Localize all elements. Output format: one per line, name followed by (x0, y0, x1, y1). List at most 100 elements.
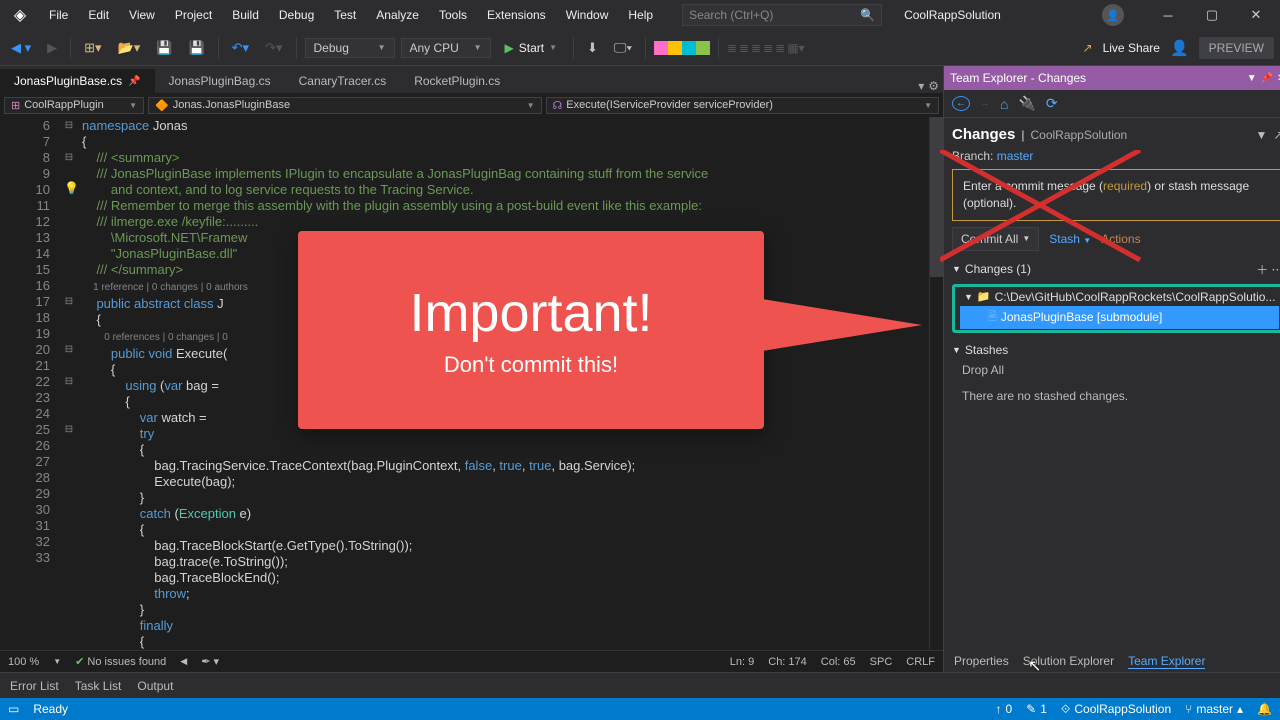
open-button[interactable]: 📂▾ (113, 37, 146, 59)
zoom-level[interactable]: 100 % (8, 656, 39, 668)
te-refresh-icon[interactable]: ⟳ (1046, 95, 1058, 112)
browser-button[interactable]: 🖵▾ (609, 37, 637, 59)
feedback-icon[interactable]: 👤 (1170, 39, 1189, 57)
panel-dropdown-icon[interactable]: ▼ (1247, 73, 1257, 84)
publish-indicator[interactable]: ↑ 0 (995, 702, 1012, 716)
close-button[interactable]: ✕ (1236, 1, 1276, 29)
changes-popout-icon[interactable]: ↗ (1273, 128, 1280, 142)
tab-file-4[interactable]: RocketPlugin.cs (400, 69, 514, 93)
menu-debug[interactable]: Debug (270, 4, 323, 26)
quick-search[interactable]: Search (Ctrl+Q) 🔍 (682, 4, 882, 26)
save-button[interactable]: 💾 (151, 37, 177, 59)
stash-button[interactable]: Stash ▼ (1049, 232, 1091, 246)
changes-section-header[interactable]: ▼ Changes (1) ＋ ⋯ (952, 257, 1280, 278)
window-mgr-icon[interactable]: ▭ (8, 702, 19, 716)
te-connect-icon[interactable]: 🔌 (1018, 95, 1035, 112)
pending-indicator[interactable]: ✎ 1 (1026, 702, 1047, 716)
tab-dropdown-icon[interactable]: ▾ (918, 79, 924, 93)
menu-test[interactable]: Test (325, 4, 365, 26)
live-share-button[interactable]: Live Share (1103, 41, 1160, 55)
editor-status-strip: 100 %▼ ✔ No issues found ◀ ✒ ▾ Ln: 9 Ch:… (0, 650, 943, 672)
nav-fwd-button[interactable]: ▶ (42, 37, 62, 59)
nav-class-combo[interactable]: 🔶Jonas.JonasPluginBase▼ (148, 97, 542, 114)
notification-bell-icon[interactable]: 🔔 (1257, 702, 1272, 716)
outdent-icon: ≣ (727, 41, 737, 55)
overview-ruler[interactable] (929, 117, 943, 650)
panel-tab-team-explorer[interactable]: Team Explorer (1128, 654, 1205, 669)
menu-tools[interactable]: Tools (430, 4, 476, 26)
te-fwd-icon[interactable]: → (980, 98, 990, 109)
ext-icon-3[interactable] (682, 41, 696, 55)
tab-solution-icon[interactable]: ⚙ (928, 79, 939, 93)
search-placeholder: Search (Ctrl+Q) (689, 8, 773, 22)
char-nav-icon[interactable]: ✒ ▾ (201, 655, 219, 668)
stage-all-icon[interactable]: ＋ ⋯ (1256, 261, 1280, 278)
line-ending[interactable]: CRLF (906, 656, 935, 668)
commit-all-button[interactable]: Commit All▼ (952, 227, 1039, 251)
te-home-icon[interactable]: ⌂ (1000, 96, 1008, 112)
ext-icon-2[interactable] (668, 41, 682, 55)
fold-column[interactable]: ⊟⊟⊟⊟⊟⊟ (60, 117, 78, 650)
commit-message-input[interactable]: Enter a commit message (required) or sta… (952, 169, 1280, 221)
col-indicator: Col: 65 (821, 656, 856, 668)
tab-file-2[interactable]: JonasPluginBag.cs (155, 69, 285, 93)
changes-dropdown-icon[interactable]: ▼ (1255, 128, 1267, 142)
menu-analyze[interactable]: Analyze (367, 4, 428, 26)
menu-project[interactable]: Project (166, 4, 221, 26)
tab-file-1[interactable]: JonasPluginBase.cs📌 (0, 69, 155, 93)
ext-icon-1[interactable] (654, 41, 668, 55)
tool-tab-error-list[interactable]: Error List (10, 679, 59, 693)
tool-tab-output[interactable]: Output (137, 679, 173, 693)
menu-edit[interactable]: Edit (79, 4, 118, 26)
undo-button[interactable]: ↶▾ (227, 37, 254, 59)
menu-window[interactable]: Window (557, 4, 618, 26)
redo-button[interactable]: ↷▾ (260, 37, 287, 59)
platform-combo[interactable]: Any CPU▼ (401, 38, 491, 58)
user-avatar[interactable]: 👤 (1102, 4, 1124, 26)
title-bar: ◈ File Edit View Project Build Debug Tes… (0, 0, 1280, 30)
lightbulb-icon[interactable]: 💡 (64, 181, 79, 195)
issues-indicator[interactable]: ✔ No issues found (75, 655, 166, 668)
panel-tab-properties[interactable]: Properties (954, 654, 1009, 668)
menu-build[interactable]: Build (223, 4, 268, 26)
tree-submodule-node[interactable]: 🗎 JonasPluginBase [submodule] (960, 306, 1279, 329)
menu-extensions[interactable]: Extensions (478, 4, 555, 26)
nav-back-button[interactable]: ◀ ▾ (6, 37, 36, 59)
branch-link[interactable]: master (997, 149, 1034, 163)
minimize-button[interactable]: ─ (1148, 1, 1188, 29)
tree-root-node[interactable]: ▼ 📁 C:\Dev\GitHub\CoolRappRockets\CoolRa… (960, 288, 1279, 306)
step-button[interactable]: ⬇ (582, 37, 603, 59)
menu-view[interactable]: View (120, 4, 164, 26)
status-branch[interactable]: ⑂ master ▴ (1185, 702, 1243, 716)
te-back-icon[interactable]: ← (952, 96, 970, 111)
menu-help[interactable]: Help (619, 4, 662, 26)
tab-file-3[interactable]: CanaryTracer.cs (285, 69, 401, 93)
config-combo[interactable]: Debug▼ (305, 38, 395, 58)
callout-subtitle: Don't commit this! (444, 352, 618, 378)
mouse-cursor-icon: ↖ (1028, 656, 1041, 676)
nav-member-combo[interactable]: ☊Execute(IServiceProvider serviceProvide… (546, 97, 940, 114)
team-explorer-panel: Team Explorer - Changes ▼ 📌 ✕ ← → ⌂ 🔌 ⟳ … (943, 66, 1280, 672)
status-bar: ▭ Ready ↑ 0 ✎ 1 ⟐ CoolRappSolution ⑂ mas… (0, 698, 1280, 720)
drop-all-link[interactable]: Drop All (952, 363, 1280, 377)
stashes-section-header[interactable]: ▼ Stashes (952, 339, 1280, 357)
save-all-button[interactable]: 💾 (183, 37, 209, 59)
scrollbar-thumb[interactable] (930, 117, 943, 277)
status-solution[interactable]: ⟐ CoolRappSolution (1061, 702, 1171, 717)
insert-mode[interactable]: SPC (870, 656, 893, 668)
ext-icon-4[interactable] (696, 41, 710, 55)
actions-button[interactable]: Actions (1101, 232, 1140, 246)
highlighted-change-box: ▼ 📁 C:\Dev\GitHub\CoolRappRockets\CoolRa… (952, 284, 1280, 333)
bookmark-icon: ≣ (775, 41, 785, 55)
menu-file[interactable]: File (40, 4, 77, 26)
panel-pin-icon[interactable]: 📌 (1261, 73, 1273, 84)
tool-tab-task-list[interactable]: Task List (75, 679, 122, 693)
new-project-button[interactable]: ⊞▾ (79, 37, 106, 59)
comment-icon: ≣ (751, 41, 761, 55)
search-icon: 🔍 (860, 8, 875, 22)
maximize-button[interactable]: ▢ (1192, 1, 1232, 29)
nav-project-combo[interactable]: ⊞CoolRappPlugin▼ (4, 97, 144, 114)
start-debug-button[interactable]: ▶Start▼ (497, 38, 566, 58)
branch-line: Branch: master (952, 149, 1280, 163)
preview-badge[interactable]: PREVIEW (1199, 37, 1274, 59)
